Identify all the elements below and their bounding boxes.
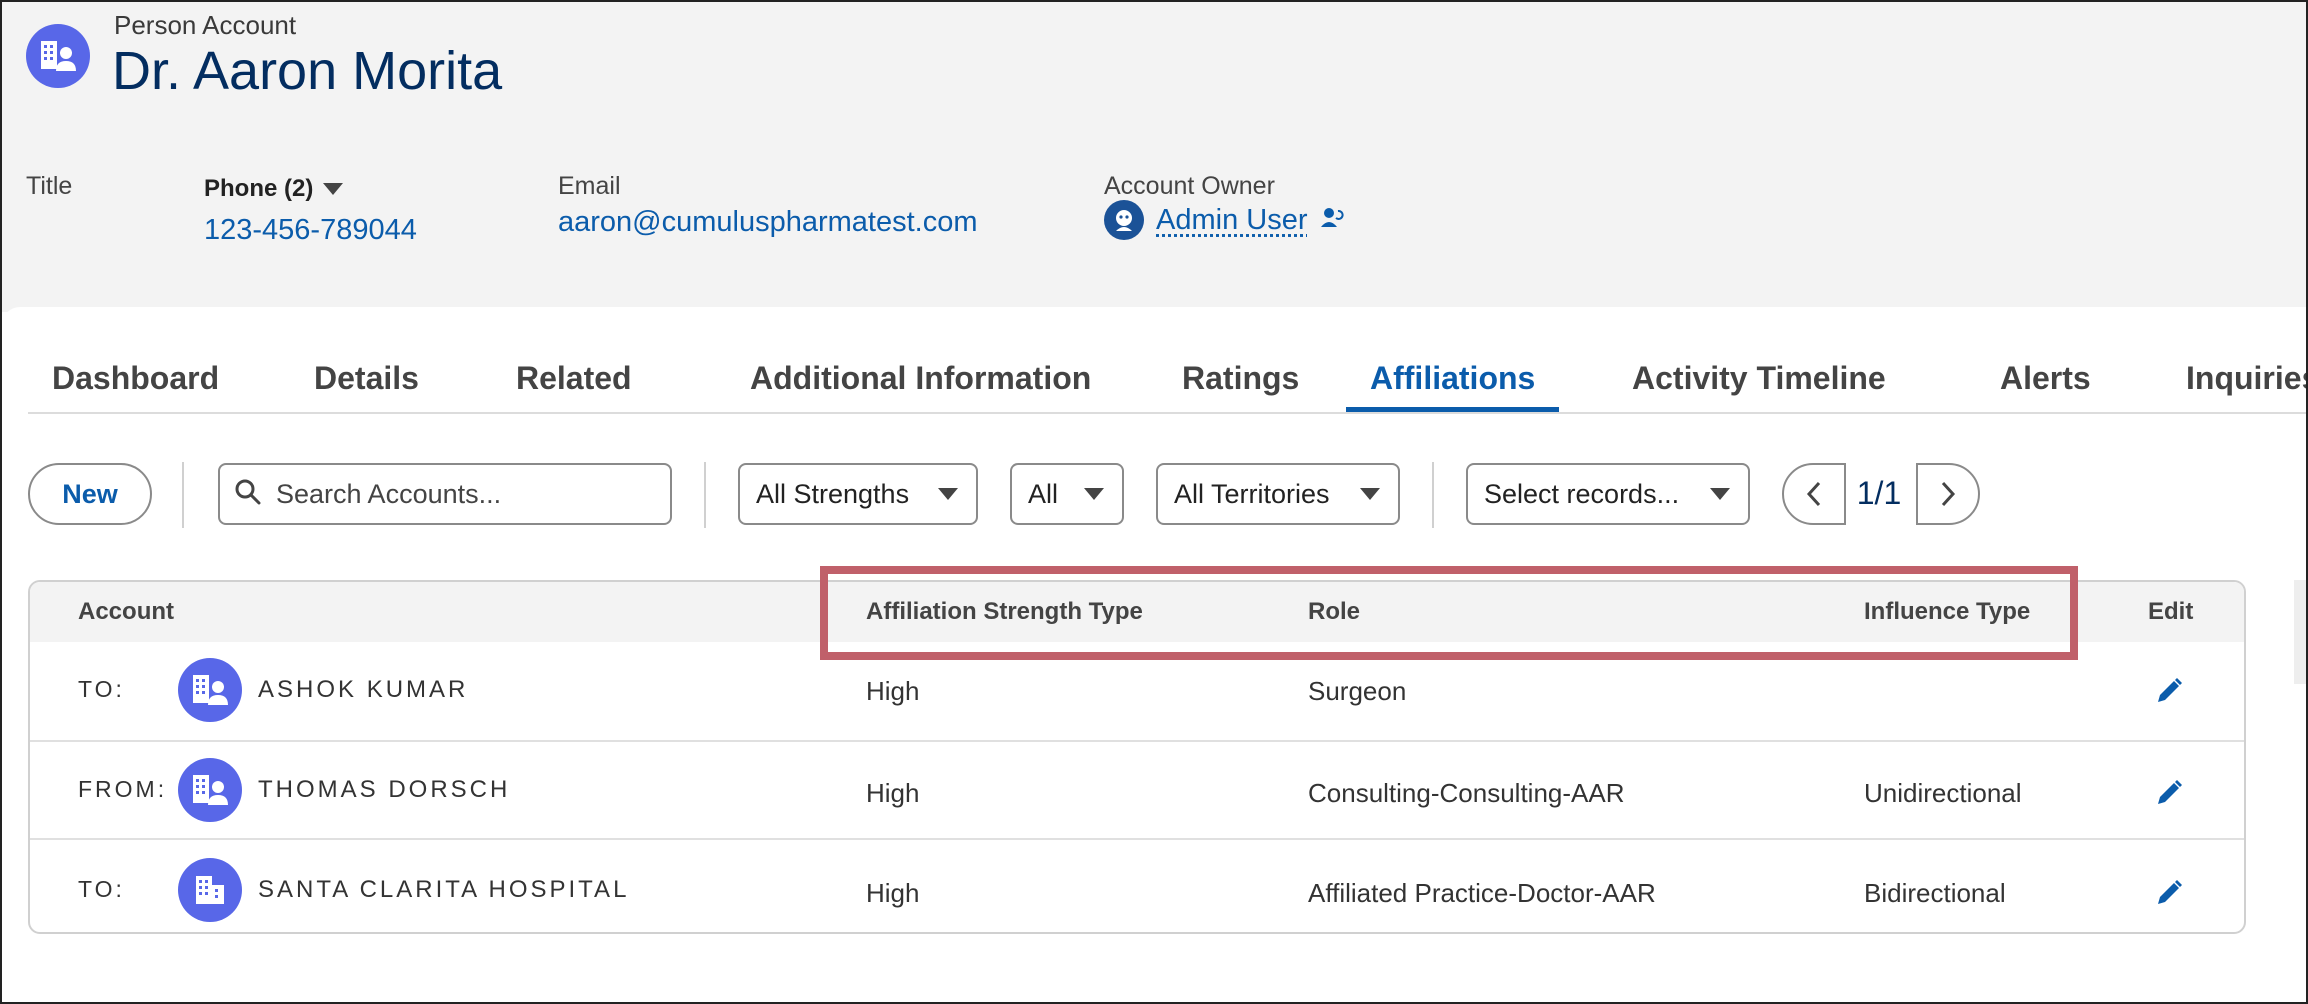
account-name-link[interactable]: SANTA CLARITA HOSPITAL: [258, 876, 629, 904]
strength-cell: High: [866, 676, 920, 706]
tab-affiliations[interactable]: Affiliations: [1346, 352, 1560, 412]
chevron-down-icon: [1710, 488, 1730, 500]
phone-field-label[interactable]: Phone (2): [204, 175, 344, 203]
role-cell: Consulting-Consulting-AAR: [1308, 778, 1625, 808]
owner-field: Admin User: [1104, 200, 1344, 240]
owner-field-label: Account Owner: [1104, 172, 1275, 200]
chevron-left-icon: [1806, 481, 1821, 507]
all-filter-dropdown[interactable]: All: [1010, 463, 1124, 525]
column-header-account[interactable]: Account: [78, 598, 174, 626]
account-name-link[interactable]: THOMAS DORSCH: [258, 776, 510, 804]
page-title: Dr. Aaron Morita: [112, 41, 503, 101]
table-row: FROM: THOMAS DORSCH High Consulting-Cons…: [30, 740, 2244, 838]
all-filter-value: All: [1028, 478, 1059, 509]
tab-dashboard[interactable]: Dashboard: [28, 352, 243, 412]
new-button[interactable]: New: [28, 463, 152, 525]
avatar: [1104, 200, 1144, 240]
search-icon: [234, 478, 262, 511]
phone-link[interactable]: 123-456-789044: [204, 214, 417, 247]
edit-pencil-icon[interactable]: [2152, 776, 2186, 810]
highlight-annotation-box: [820, 566, 2078, 660]
tab-activity-timeline[interactable]: Activity Timeline: [1608, 352, 1910, 412]
tab-alerts[interactable]: Alerts: [1976, 352, 2115, 412]
toolbar-divider: [1432, 462, 1434, 528]
person-account-icon: [178, 758, 242, 822]
chevron-down-icon: [938, 488, 958, 500]
search-input[interactable]: [276, 478, 656, 510]
next-page-button[interactable]: [1916, 463, 1980, 525]
select-records-dropdown[interactable]: Select records...: [1466, 463, 1750, 525]
edit-pencil-icon[interactable]: [2152, 674, 2186, 708]
direction-label: TO:: [78, 876, 125, 902]
toolbar-divider: [704, 462, 706, 528]
person-account-icon: [178, 658, 242, 722]
tab-related[interactable]: Related: [492, 352, 656, 412]
search-field[interactable]: [218, 463, 672, 525]
tab-additional-information[interactable]: Additional Information: [726, 352, 1115, 412]
chevron-down-icon: [1360, 488, 1380, 500]
email-link[interactable]: aaron@cumuluspharmatest.com: [558, 206, 978, 239]
strength-cell: High: [866, 878, 920, 908]
account-name-link[interactable]: ASHOK KUMAR: [258, 676, 468, 704]
edit-pencil-icon[interactable]: [2152, 876, 2186, 910]
direction-label: FROM:: [78, 776, 168, 802]
tab-inquiries[interactable]: Inquiries: [2162, 352, 2306, 412]
influence-cell: Unidirectional: [1864, 778, 2022, 808]
app-window: Person Account Dr. Aaron Morita Title Ph…: [0, 0, 2308, 1004]
territory-filter-dropdown[interactable]: All Territories: [1156, 463, 1400, 525]
scrollbar[interactable]: [2294, 580, 2306, 684]
change-owner-icon[interactable]: [1320, 205, 1344, 236]
business-account-icon: [178, 858, 242, 922]
phone-label-text: Phone (2): [204, 175, 314, 202]
chevron-right-icon: [1941, 481, 1956, 507]
tab-ratings[interactable]: Ratings: [1158, 352, 1323, 412]
table-row: TO: SANTA CLARITA HOSPITAL High Affiliat…: [30, 838, 2244, 932]
strength-filter-value: All Strengths: [756, 478, 910, 509]
tab-bar: Dashboard Details Related Additional Inf…: [28, 342, 2306, 414]
chevron-down-icon: [1084, 488, 1104, 500]
strength-filter-dropdown[interactable]: All Strengths: [738, 463, 978, 525]
record-type-label: Person Account: [114, 10, 297, 40]
owner-link[interactable]: Admin User: [1156, 204, 1308, 237]
territory-filter-value: All Territories: [1174, 478, 1330, 509]
influence-cell: Bidirectional: [1864, 878, 2006, 908]
role-cell: Surgeon: [1308, 676, 1407, 706]
tab-details[interactable]: Details: [290, 352, 443, 412]
role-cell: Affiliated Practice-Doctor-AAR: [1308, 878, 1656, 908]
strength-cell: High: [866, 778, 920, 808]
previous-page-button[interactable]: [1782, 463, 1846, 525]
chevron-down-icon[interactable]: [323, 183, 344, 195]
email-field-label: Email: [558, 172, 621, 200]
page-indicator: 1/1: [1856, 475, 1902, 511]
title-field-label: Title: [26, 172, 73, 200]
person-account-icon: [26, 24, 90, 88]
toolbar-divider: [182, 462, 184, 528]
select-records-value: Select records...: [1484, 478, 1680, 509]
column-header-edit: Edit: [2148, 598, 2194, 625]
direction-label: TO:: [78, 676, 125, 702]
